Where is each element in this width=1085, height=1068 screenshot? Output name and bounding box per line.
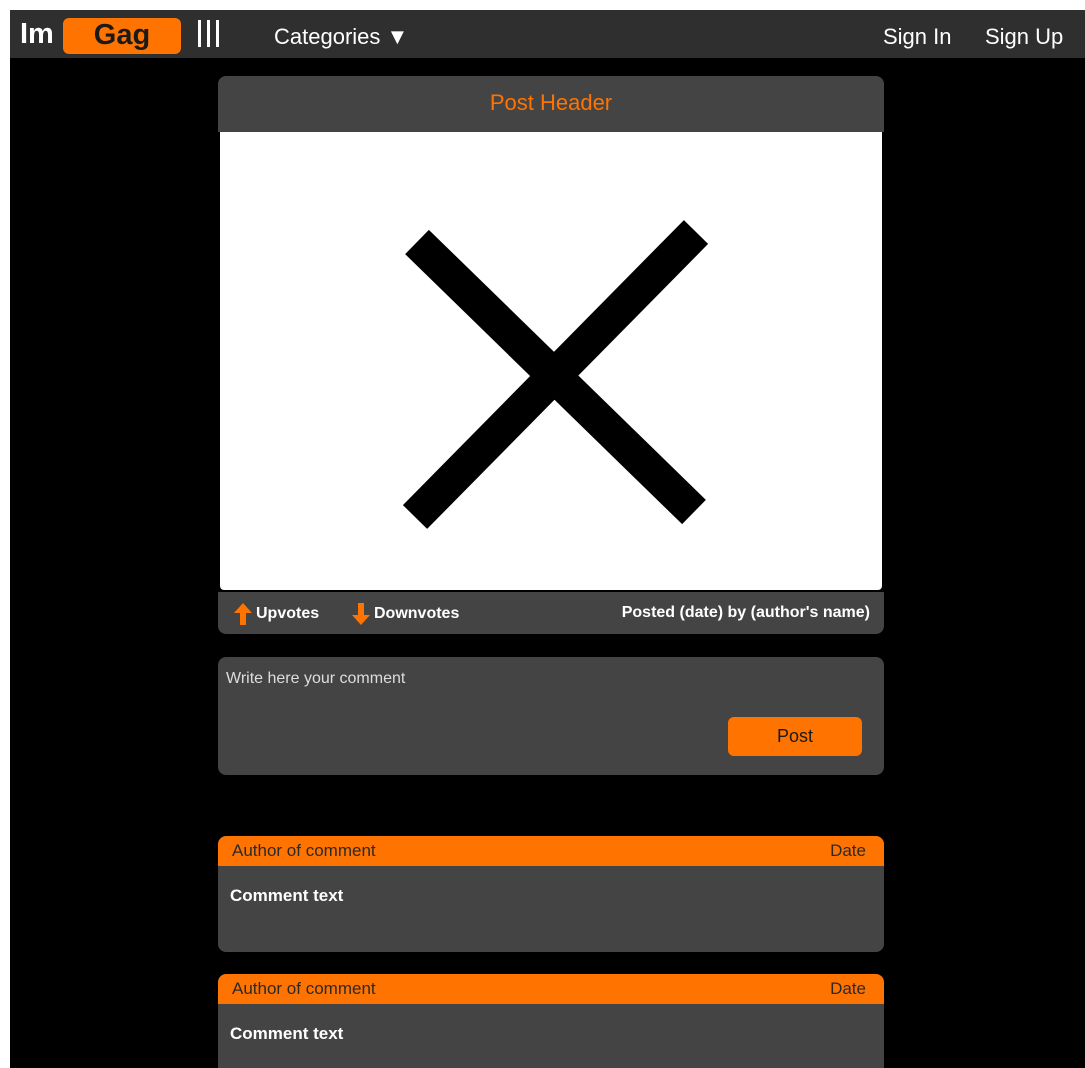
page: Im Gag Categories ▼ Sign In Sign Up Post…	[10, 10, 1085, 1068]
comment-author[interactable]: Author of comment	[232, 841, 376, 860]
logo-text-left[interactable]: Im	[20, 18, 54, 50]
comment-form: Post	[218, 657, 884, 775]
comment-date: Date	[830, 841, 866, 860]
x-placeholder-icon	[402, 220, 709, 529]
post-header: Post Header	[218, 76, 884, 132]
top-nav: Im Gag Categories ▼ Sign In Sign Up	[10, 10, 1085, 58]
upvote-button[interactable]: Upvotes	[234, 603, 319, 625]
upvotes-label: Upvotes	[256, 605, 320, 623]
comment-text: Comment text	[230, 886, 344, 905]
downvote-button[interactable]: Downvotes	[352, 603, 459, 625]
sign-in-link[interactable]: Sign In	[883, 24, 952, 50]
comment-item: Author of comment Date Comment text	[218, 974, 884, 1068]
post-comment-button[interactable]: Post	[728, 717, 862, 756]
comment-date: Date	[830, 979, 866, 998]
comment-item: Author of comment Date Comment text	[218, 836, 884, 952]
comment-input[interactable]	[226, 665, 726, 693]
logo-text-right[interactable]: Gag	[63, 18, 181, 54]
post-footer: Upvotes Downvotes Posted (date) by (auth…	[218, 592, 884, 634]
comment-text: Comment text	[230, 1024, 344, 1043]
sign-up-link[interactable]: Sign Up	[985, 24, 1063, 50]
menu-icon[interactable]	[192, 16, 232, 50]
downvotes-label: Downvotes	[374, 605, 460, 623]
categories-dropdown[interactable]: Categories ▼	[274, 24, 408, 50]
comment-author[interactable]: Author of comment	[232, 979, 376, 998]
arrow-up-icon	[234, 603, 252, 625]
post-image[interactable]	[220, 132, 882, 590]
posted-by-info: Posted (date) by (author's name)	[621, 604, 870, 621]
comment-header: Author of comment Date	[218, 974, 884, 1004]
arrow-down-icon	[352, 603, 370, 625]
comment-header: Author of comment Date	[218, 836, 884, 866]
